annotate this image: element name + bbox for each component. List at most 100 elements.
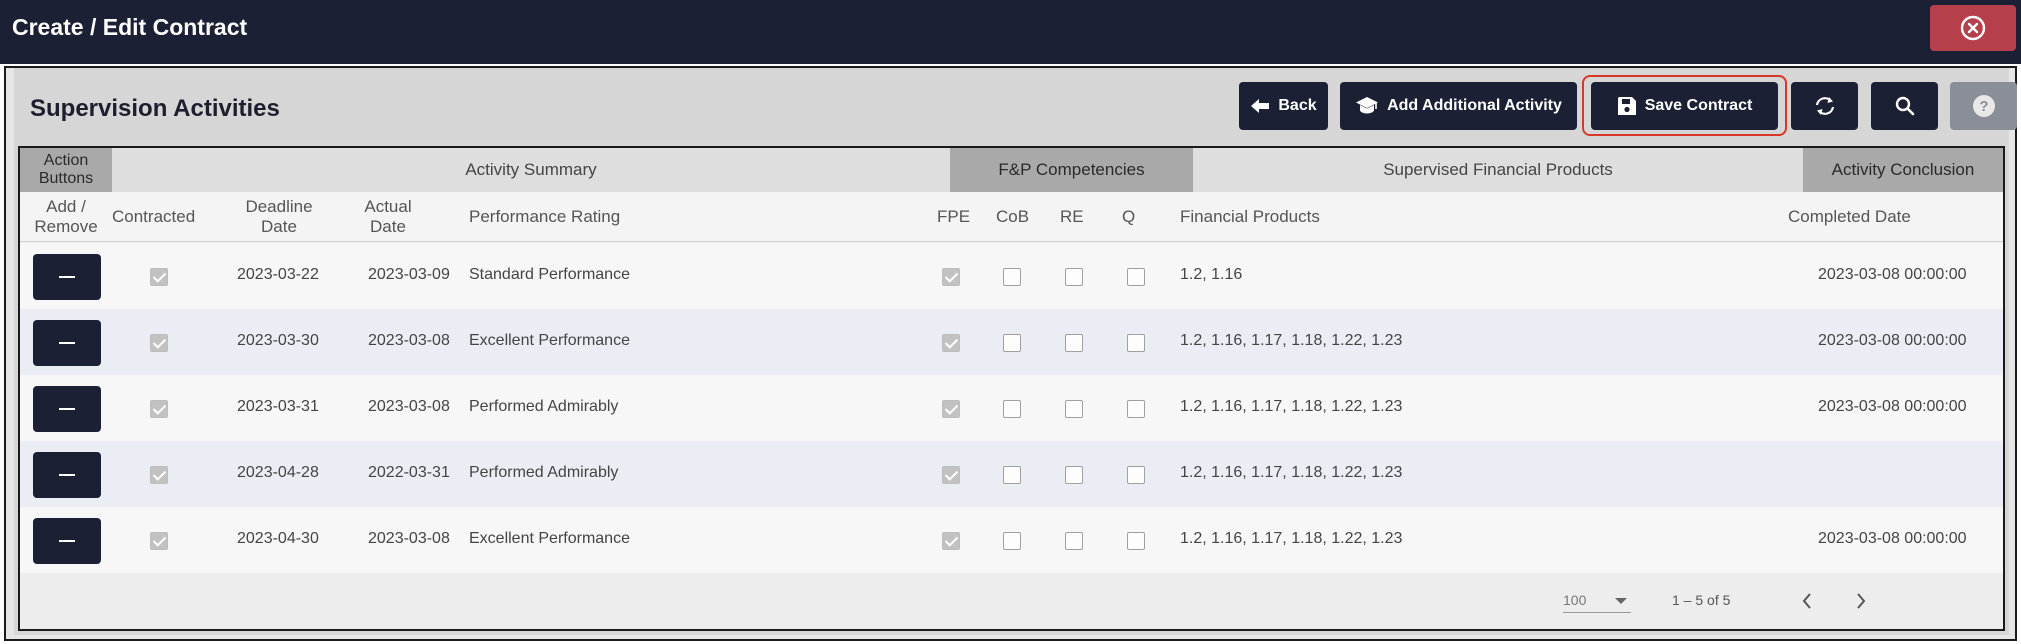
- col-completed-date[interactable]: Completed Date: [1788, 207, 1911, 227]
- back-button-label: Back: [1278, 97, 1317, 114]
- window-title: Create / Edit Contract: [12, 14, 248, 40]
- table-row: 2023-03-30 2023-03-08 Excellent Performanc…: [20, 309, 2003, 375]
- paginator: 100 1 – 5 of 5: [20, 576, 2003, 626]
- minus-icon: [59, 408, 75, 410]
- q-checkbox[interactable]: [1127, 268, 1145, 286]
- page-size-select[interactable]: 100: [1563, 591, 1631, 613]
- help-icon: ?: [1972, 95, 1995, 117]
- column-header-row: Add / Remove Contracted Deadline Date Ac…: [20, 192, 2003, 242]
- re-checkbox[interactable]: [1065, 334, 1083, 352]
- group-header-activity-summary: Activity Summary: [112, 148, 950, 192]
- contracted-checkbox[interactable]: [150, 466, 168, 484]
- back-button[interactable]: Back: [1239, 82, 1328, 130]
- re-checkbox[interactable]: [1065, 466, 1083, 484]
- search-icon: [1895, 96, 1914, 116]
- q-checkbox[interactable]: [1127, 532, 1145, 550]
- dropdown-arrow-icon: [1615, 598, 1627, 604]
- re-checkbox[interactable]: [1065, 268, 1083, 286]
- remove-row-button[interactable]: [33, 320, 101, 366]
- financial-products-cell: 1.2, 1.16, 1.17, 1.18, 1.22, 1.23: [1180, 398, 1403, 415]
- financial-products-cell: 1.2, 1.16: [1180, 266, 1243, 283]
- minus-icon: [59, 540, 75, 542]
- re-checkbox[interactable]: [1065, 400, 1083, 418]
- deadline-date-cell: 2023-03-22: [237, 266, 319, 283]
- cob-checkbox[interactable]: [1003, 400, 1021, 418]
- cob-checkbox[interactable]: [1003, 466, 1021, 484]
- actual-date-cell: 2023-03-08: [368, 398, 450, 415]
- fpe-checkbox[interactable]: [942, 400, 960, 418]
- cob-checkbox[interactable]: [1003, 268, 1021, 286]
- contracted-checkbox[interactable]: [150, 334, 168, 352]
- table-row: 2023-03-31 2023-03-08 Performed Admirably 1…: [20, 375, 2003, 441]
- save-highlight-outline: [1582, 75, 1787, 136]
- table-row: 2023-04-30 2023-03-08 Excellent Performanc…: [20, 507, 2003, 573]
- panel-title: Supervision Activities: [30, 95, 280, 122]
- completed-date-cell: 2023-03-08 00:00:00: [1818, 530, 1967, 547]
- deadline-date-cell: 2023-04-30: [237, 530, 319, 547]
- col-performance-rating[interactable]: Performance Rating: [469, 207, 620, 227]
- q-checkbox[interactable]: [1127, 466, 1145, 484]
- re-checkbox[interactable]: [1065, 532, 1083, 550]
- performance-rating-cell: Performed Admirably: [469, 464, 619, 481]
- help-button[interactable]: ?: [1950, 82, 2017, 130]
- deadline-date-cell: 2023-03-31: [237, 398, 319, 415]
- refresh-icon: [1815, 97, 1834, 115]
- arrow-left-icon: [1251, 99, 1270, 113]
- contracted-checkbox[interactable]: [150, 400, 168, 418]
- activities-table: Action Buttons Activity Summary F&P Comp…: [18, 146, 2005, 631]
- fpe-checkbox[interactable]: [942, 268, 960, 286]
- content-frame: Supervision Activities Back Add Addition…: [4, 66, 2017, 641]
- remove-row-button[interactable]: [33, 518, 101, 564]
- col-contracted[interactable]: Contracted: [112, 207, 195, 227]
- q-checkbox[interactable]: [1127, 400, 1145, 418]
- add-activity-label: Add Additional Activity: [1387, 97, 1562, 114]
- financial-products-cell: 1.2, 1.16, 1.17, 1.18, 1.22, 1.23: [1180, 530, 1403, 547]
- completed-date-cell: 2023-03-08 00:00:00: [1818, 332, 1967, 349]
- add-activity-button[interactable]: Add Additional Activity: [1340, 82, 1577, 130]
- refresh-button[interactable]: [1791, 82, 1858, 130]
- minus-icon: [59, 342, 75, 344]
- minus-icon: [59, 276, 75, 278]
- cob-checkbox[interactable]: [1003, 334, 1021, 352]
- group-header-activity-conclusion: Activity Conclusion: [1803, 148, 2003, 192]
- chevron-right-icon: [1857, 593, 1866, 609]
- remove-row-button[interactable]: [33, 386, 101, 432]
- col-financial-products[interactable]: Financial Products: [1180, 207, 1320, 227]
- close-circle-icon: [1960, 15, 1986, 41]
- page-size-value: 100: [1563, 592, 1587, 608]
- col-q[interactable]: Q: [1122, 207, 1135, 227]
- fpe-checkbox[interactable]: [942, 466, 960, 484]
- previous-page-button[interactable]: [1792, 586, 1822, 616]
- contracted-checkbox[interactable]: [150, 268, 168, 286]
- next-page-button[interactable]: [1846, 586, 1876, 616]
- performance-rating-cell: Excellent Performance: [469, 332, 630, 349]
- group-header-fp-competencies: F&P Competencies: [950, 148, 1193, 192]
- q-checkbox[interactable]: [1127, 334, 1145, 352]
- deadline-date-cell: 2023-03-30: [237, 332, 319, 349]
- performance-rating-cell: Excellent Performance: [469, 530, 630, 547]
- contracted-checkbox[interactable]: [150, 532, 168, 550]
- fpe-checkbox[interactable]: [942, 532, 960, 550]
- fpe-checkbox[interactable]: [942, 334, 960, 352]
- group-header-action-buttons: Action Buttons: [20, 148, 112, 192]
- remove-row-button[interactable]: [33, 452, 101, 498]
- search-button[interactable]: [1871, 82, 1938, 130]
- cob-checkbox[interactable]: [1003, 532, 1021, 550]
- title-bar: Create / Edit Contract: [0, 0, 2021, 64]
- graduation-cap-icon: [1356, 97, 1379, 114]
- actual-date-cell: 2023-03-08: [368, 332, 450, 349]
- col-cob[interactable]: CoB: [996, 207, 1029, 227]
- remove-row-button[interactable]: [33, 254, 101, 300]
- performance-rating-cell: Performed Admirably: [469, 398, 619, 415]
- col-re[interactable]: RE: [1060, 207, 1084, 227]
- completed-date-cell: 2023-03-08 00:00:00: [1818, 398, 1967, 415]
- col-actual-date[interactable]: Actual Date: [360, 197, 416, 237]
- col-fpe[interactable]: FPE: [937, 207, 970, 227]
- close-button[interactable]: [1930, 5, 2016, 51]
- completed-date-cell: 2023-03-08 00:00:00: [1818, 266, 1967, 283]
- svg-text:?: ?: [1979, 98, 1988, 115]
- minus-icon: [59, 474, 75, 476]
- col-deadline-date[interactable]: Deadline Date: [234, 197, 324, 237]
- col-add-remove[interactable]: Add / Remove: [20, 197, 112, 237]
- financial-products-cell: 1.2, 1.16, 1.17, 1.18, 1.22, 1.23: [1180, 464, 1403, 481]
